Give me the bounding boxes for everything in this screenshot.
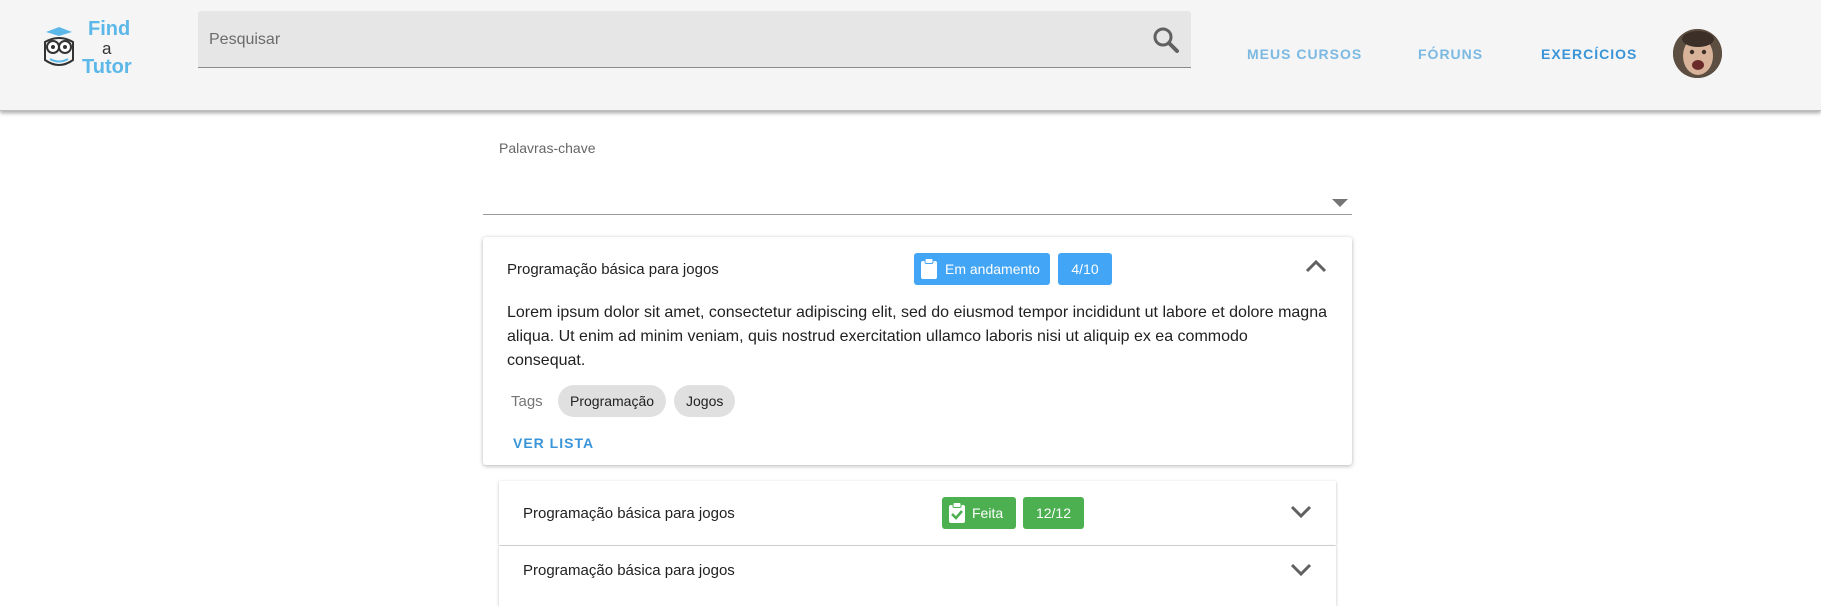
chevron-down-icon[interactable] xyxy=(1290,563,1312,577)
keywords-label: Palavras-chave xyxy=(499,140,596,156)
nav-foruns[interactable]: FÓRUNS xyxy=(1418,46,1483,62)
status-badge: Feita xyxy=(942,497,1016,529)
search-input[interactable] xyxy=(209,27,1109,53)
exercise-list-row[interactable]: Programação básica para jogos Feita 12/1… xyxy=(499,481,1336,545)
list-title: Programação básica para jogos xyxy=(523,562,735,579)
exercise-list-card: Programação básica para jogos Em andamen… xyxy=(483,237,1352,465)
tag-chip-programacao[interactable]: Programação xyxy=(558,385,667,417)
avatar-photo xyxy=(1673,29,1722,78)
search-icon[interactable] xyxy=(1151,25,1181,55)
status-text: Em andamento xyxy=(945,261,1040,277)
list-title[interactable]: Programação básica para jogos xyxy=(507,261,719,278)
list-description: Lorem ipsum dolor sit amet, consectetur … xyxy=(507,304,1327,369)
logo-line-1: Find xyxy=(88,18,131,40)
status-badge: Em andamento xyxy=(914,253,1050,285)
clipboard-icon xyxy=(921,258,937,279)
nav-exercicios[interactable]: EXERCÍCIOS xyxy=(1541,46,1637,62)
nav-meus-cursos[interactable]: MEUS CURSOS xyxy=(1247,46,1362,62)
app-header: Find a Tutor MEUS CURSOS FÓRUNS EXERCÍCI… xyxy=(0,0,1821,111)
owl-logo-icon xyxy=(44,27,74,66)
progress-badge: 4/10 xyxy=(1058,253,1112,285)
list-title: Programação básica para jogos xyxy=(523,505,735,522)
search-bar xyxy=(198,11,1191,68)
logo-line-3: Tutor xyxy=(82,56,132,78)
chevron-up-icon[interactable] xyxy=(1305,259,1327,273)
ver-lista-button[interactable]: VER LISTA xyxy=(513,435,594,451)
progress-badge: 12/12 xyxy=(1023,497,1084,529)
logo-text: Find a Tutor xyxy=(82,18,132,78)
tag-chip-jogos[interactable]: Jogos xyxy=(674,385,736,417)
find-a-tutor-logo[interactable]: Find a Tutor xyxy=(42,18,152,80)
dropdown-arrow-icon[interactable] xyxy=(1332,199,1348,207)
user-avatar[interactable] xyxy=(1673,29,1722,78)
tags-label: Tags xyxy=(511,393,543,410)
status-text: Feita xyxy=(972,505,1004,521)
keywords-select[interactable] xyxy=(483,214,1352,215)
clipboard-check-icon xyxy=(949,502,965,523)
chevron-down-icon[interactable] xyxy=(1290,505,1312,519)
exercise-list-row[interactable]: Programação básica para jogos xyxy=(499,546,1336,606)
